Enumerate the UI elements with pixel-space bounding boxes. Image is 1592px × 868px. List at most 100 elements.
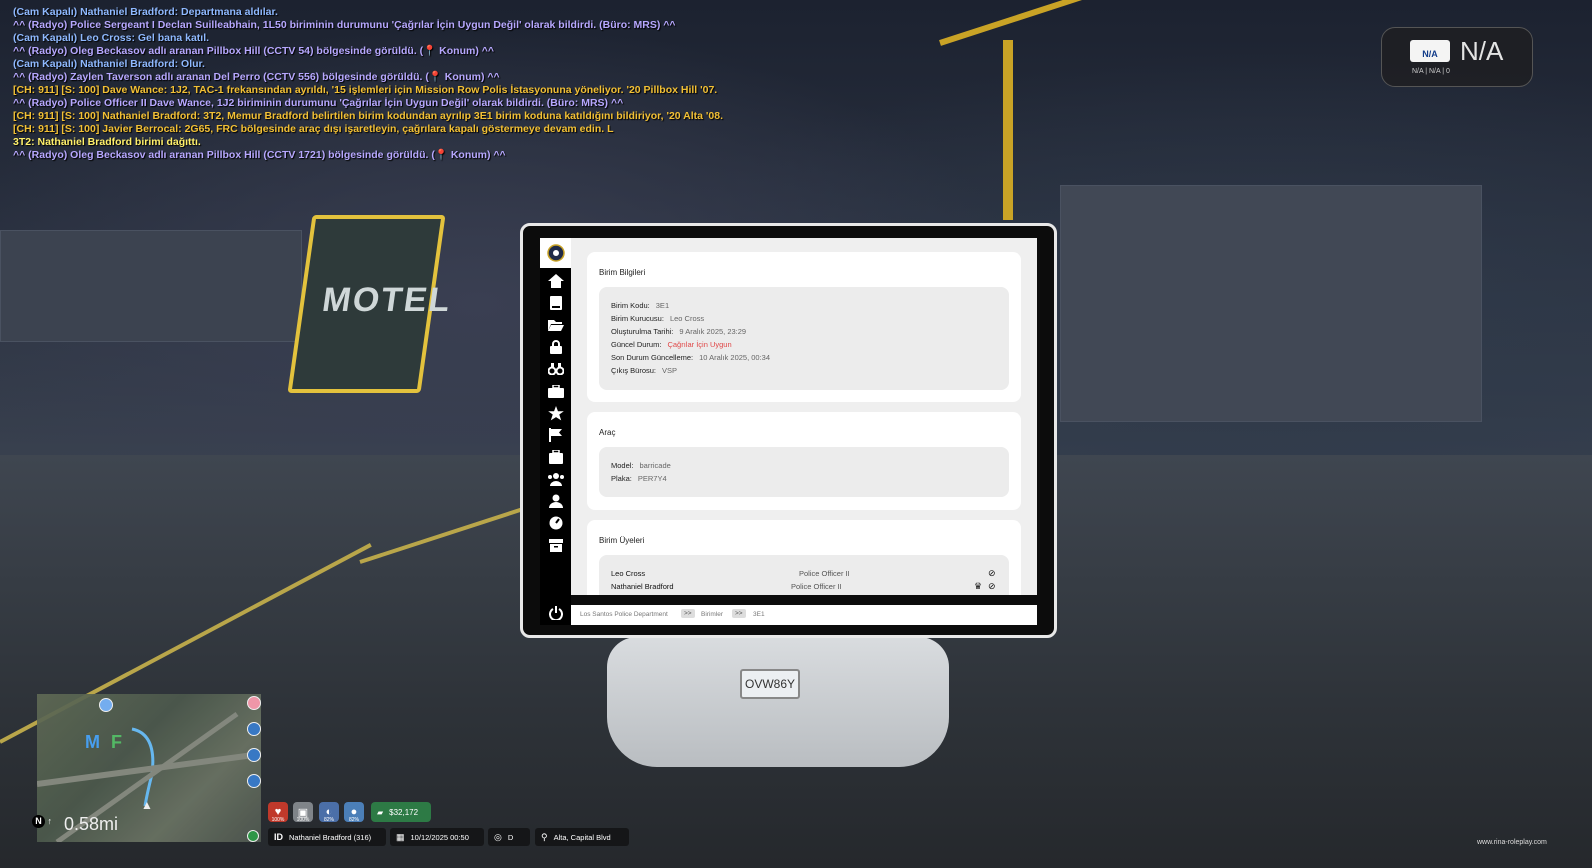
mdt-content: Birim Bilgileri Birim Kodu: 3E1 Birim Kur… xyxy=(571,238,1037,595)
status-badge: Çağrılar İçin Uygun xyxy=(667,340,732,349)
crown-icon[interactable]: ♛ xyxy=(974,581,982,592)
chat-line: 3T2: Nathaniel Bradford birimi dağıttı. xyxy=(13,136,201,148)
chat-line: (Cam Kapalı) Nathaniel Bradford: Olur. xyxy=(13,58,205,70)
binoculars-icon[interactable] xyxy=(540,359,571,379)
heart-icon: ♥ 100% xyxy=(268,802,288,823)
player-car: OVW86Y xyxy=(607,637,949,767)
watermark: www.rina-roleplay.com xyxy=(1477,839,1547,846)
map-blip xyxy=(247,722,261,736)
plate-reader-mini-plate: N/A xyxy=(1410,40,1450,62)
money-display: ▰ $32,172 xyxy=(371,802,431,822)
star-icon[interactable] xyxy=(540,403,571,423)
unit-created-row: Oluşturulma Tarihi: 9 Aralık 2025, 23:29 xyxy=(611,327,747,336)
flag-icon[interactable] xyxy=(540,425,571,445)
unit-code-row: Birim Kodu: 3E1 xyxy=(611,301,670,310)
background-building xyxy=(0,230,302,342)
mdt-sidebar xyxy=(540,238,571,625)
compass: N ↑ xyxy=(32,815,52,828)
member-rank: Police Officer II xyxy=(799,569,850,578)
vehicle-box: Model: barricade Plaka: PER7Y4 xyxy=(599,447,1009,497)
unit-office-row: Çıkış Bürosu: VSP xyxy=(611,366,678,375)
unit-info-title: Birim Bilgileri xyxy=(599,268,646,277)
breadcrumb-separator: >> xyxy=(732,609,746,618)
power-icon[interactable] xyxy=(540,603,571,623)
map-blip xyxy=(247,774,261,788)
remove-member-icon[interactable]: ⊘ xyxy=(988,568,996,579)
users-icon[interactable] xyxy=(540,469,571,489)
armor-icon: ▣ 100% xyxy=(293,802,313,823)
members-title: Birim Üyeleri xyxy=(599,536,645,545)
datetime-box: ▦ 10/12/2025 00:50 xyxy=(390,828,484,846)
arrow-up-icon: ↑ xyxy=(47,816,53,826)
folder-open-icon[interactable] xyxy=(540,315,571,335)
chat-log: (Cam Kapalı) Nathaniel Bradford: Departm… xyxy=(13,6,773,162)
archive-icon[interactable] xyxy=(540,535,571,555)
unit-info-box: Birim Kodu: 3E1 Birim Kurucusu: Leo Cross … xyxy=(599,287,1009,390)
member-rank: Police Officer II xyxy=(791,582,842,591)
vehicle-title: Araç xyxy=(599,428,616,437)
members-box: Leo Cross Police Officer II ⊘ Nathaniel … xyxy=(599,555,1009,595)
unit-status-row: Güncel Durum: Çağrılar İçin Uygun xyxy=(611,340,732,349)
chat-line: ^^ (Radyo) Zaylen Taverson adlı aranan D… xyxy=(13,71,500,83)
home-icon[interactable] xyxy=(540,271,571,291)
member-name: Leo Cross xyxy=(611,569,646,578)
unit-last-update-row: Son Durum Güncelleme: 10 Aralık 2025, 00:… xyxy=(611,353,771,362)
plate-reader-sub: N/A | N/A | 0 xyxy=(1412,68,1450,75)
chat-line: [CH: 911] [S: 100] Nathaniel Bradford: 3… xyxy=(13,110,723,122)
map-marker-m: M xyxy=(85,732,100,752)
id-icon: ID xyxy=(274,832,283,842)
calendar-icon: ▦ xyxy=(396,831,405,842)
crane xyxy=(1003,40,1013,220)
food-icon: ◐ 82% xyxy=(319,802,339,823)
chat-line: ^^ (Radyo) Oleg Beckasov adlı aranan Pil… xyxy=(13,45,494,57)
vehicle-card: Araç Model: barricade Plaka: PER7Y4 xyxy=(587,412,1021,510)
gear-value: D xyxy=(507,832,514,842)
chat-line: [CH: 911] [S: 100] Javier Berrocal: 2G65… xyxy=(13,123,614,135)
members-card: Birim Üyeleri Leo Cross Police Officer I… xyxy=(587,520,1021,595)
chat-line: (Cam Kapalı) Leo Cross: Gel bana katıl. xyxy=(13,32,210,44)
map-blip xyxy=(99,698,113,712)
location-box: ⚲ Alta, Capital Blvd xyxy=(535,828,629,846)
datetime: 10/12/2025 00:50 xyxy=(410,832,469,842)
chat-line: [CH: 911] [S: 100] Dave Wance: 1J2, TAC-… xyxy=(13,84,718,96)
unit-founder-row: Birim Kurucusu: Leo Cross xyxy=(611,314,705,323)
waypoint-distance: 0.58mi xyxy=(64,814,119,834)
location: Alta, Capital Blvd xyxy=(553,832,611,842)
water-icon: ● 82% xyxy=(344,802,364,823)
player-id-box: ID Nathaniel Bradford (316) xyxy=(268,828,386,846)
player-position-icon: ▲ xyxy=(141,798,153,812)
breadcrumb-item[interactable]: 3E1 xyxy=(753,611,765,618)
map-blip xyxy=(247,748,261,762)
vehicle-model-row: Model: barricade xyxy=(611,461,671,470)
plate-reader: N/A N/A N/A | N/A | 0 xyxy=(1381,27,1533,87)
unit-info-card: Birim Bilgileri Birim Kodu: 3E1 Birim Kur… xyxy=(587,252,1021,402)
gauge-icon[interactable] xyxy=(540,513,571,533)
briefcase-icon[interactable] xyxy=(540,381,571,401)
member-name: Nathaniel Bradford xyxy=(611,582,674,591)
chat-line: (Cam Kapalı) Nathaniel Bradford: Departm… xyxy=(13,6,278,18)
breadcrumb-separator: >> xyxy=(681,609,695,618)
remove-member-icon[interactable]: ⊘ xyxy=(988,581,996,592)
chat-line: ^^ (Radyo) Police Officer II Dave Wance,… xyxy=(13,97,624,109)
book-icon[interactable] xyxy=(540,293,571,313)
member-row[interactable]: Leo Cross Police Officer II ⊘ xyxy=(611,568,1001,581)
plate-reader-value: N/A xyxy=(1460,36,1504,66)
motel-sign: MOTEL xyxy=(287,215,454,393)
map-blip xyxy=(247,696,261,710)
breadcrumb-item[interactable]: Los Santos Police Department xyxy=(580,611,668,618)
location-pin-icon: ⚲ xyxy=(541,831,548,842)
crane-arm xyxy=(939,0,1103,46)
lspd-logo-icon[interactable] xyxy=(540,238,571,268)
gear-box: ◎ D xyxy=(488,828,530,846)
lock-icon[interactable] xyxy=(540,337,571,357)
money-value: $32,172 xyxy=(389,807,419,817)
background-building xyxy=(1060,185,1482,422)
breadcrumb-item[interactable]: Birimler xyxy=(701,611,723,618)
north-icon: N xyxy=(32,815,45,828)
suitcase-icon[interactable] xyxy=(540,447,571,467)
user-icon[interactable] xyxy=(540,491,571,511)
compass-icon: ◎ xyxy=(494,831,502,842)
map-marker-f: F xyxy=(111,732,122,752)
vehicle-plate-row: Plaka: PER7Y4 xyxy=(611,474,667,483)
member-row[interactable]: Nathaniel Bradford Police Officer II ♛ ⊘ xyxy=(611,581,1001,594)
